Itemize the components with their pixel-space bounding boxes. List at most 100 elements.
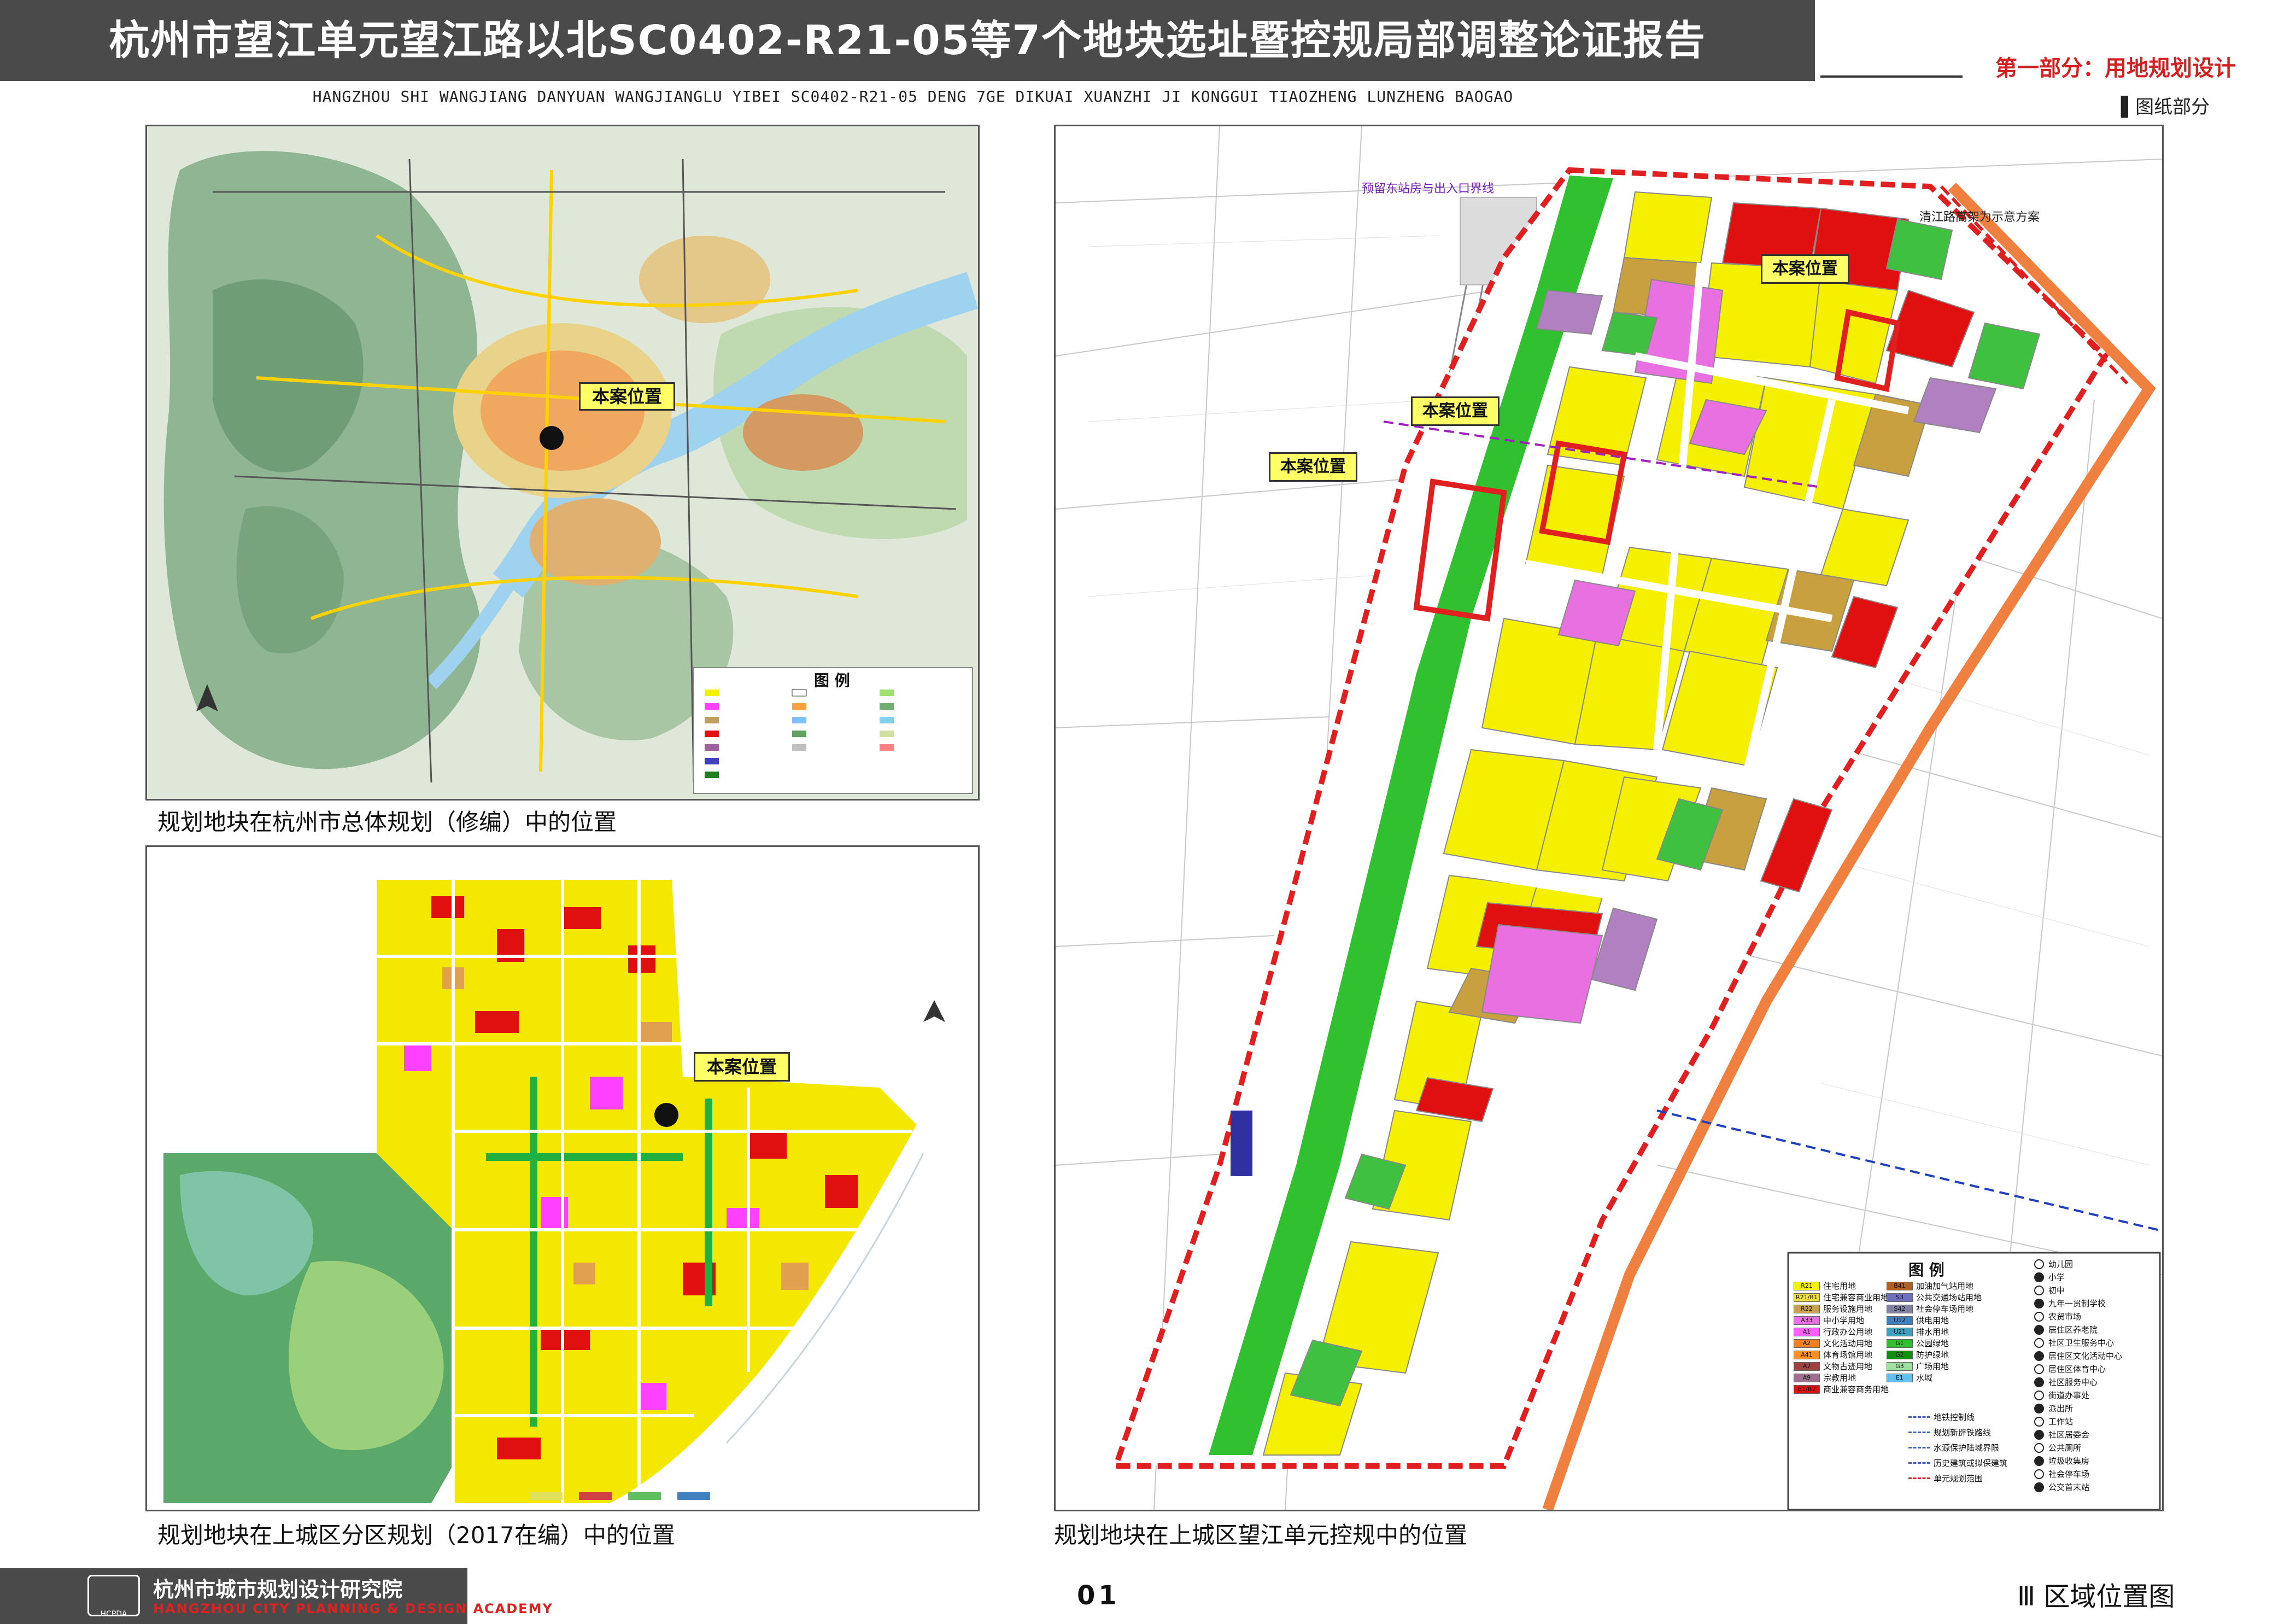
unit-plan-legend-lines: 地铁控制线规划新辟铁路线 水源保护陆域界限历史建筑或拟保建筑 单元规划范围 <box>1908 1411 2018 1504</box>
page-title: 杭州市望江单元望江路以北SC0402-R21-05等7个地块选址暨控规局部调整论… <box>109 17 1706 64</box>
legend-swatch: G1 <box>1887 1339 1913 1348</box>
legend-item-symbol: 农贸市场 <box>2034 1311 2081 1322</box>
legend-item-landuse: U12 供电用地 <box>1887 1315 1949 1325</box>
legend-line-swatch <box>1908 1477 1930 1479</box>
legend-line-swatch <box>1908 1462 1930 1464</box>
legend-item-symbol: 社会停车场 <box>2034 1468 2089 1480</box>
legend-label: 公交首末站 <box>2048 1482 2090 1492</box>
legend-label: 供电用地 <box>1916 1316 1949 1325</box>
legend-swatch: B41 <box>1887 1281 1913 1290</box>
legend-label: 公园绿地 <box>1916 1339 1949 1348</box>
legend-swatch: A41 <box>1794 1350 1820 1359</box>
legend-label: 水源保护陆域界限 <box>1934 1443 2000 1453</box>
site-tag-label: 本案位置 <box>706 1056 777 1077</box>
facility-symbol-icon <box>2034 1272 2044 1282</box>
legend-swatch: R21 <box>1794 1281 1820 1290</box>
legend-label: 宗教用地 <box>1823 1373 1856 1383</box>
legend-item-symbol: 居住区养老院 <box>2034 1324 2098 1335</box>
legend-label: 社会停车场 <box>2048 1469 2090 1479</box>
unit-plan-legend-symbols: 幼儿园 小学 初中 九年一贯制学校 农贸市场 居住区养老院 社区卫生服务中心 居住区文化活动中… <box>2034 1258 2160 1507</box>
legend-label: 文化活动用地 <box>1823 1339 1873 1348</box>
legend-label: 单元规划范围 <box>1934 1474 1983 1483</box>
facility-symbol-icon <box>2034 1337 2044 1348</box>
legend-label: 社区服务中心 <box>2048 1377 2098 1387</box>
master-plan-svg <box>147 126 978 799</box>
legend-label: 农贸市场 <box>2048 1312 2082 1322</box>
legend-label: 水域 <box>1916 1373 1933 1383</box>
legend-label: 居住区体育中心 <box>2048 1364 2106 1374</box>
legend-item-landuse: R21/B1 住宅兼容商业用地 <box>1794 1292 1889 1302</box>
facility-symbol-icon <box>2034 1377 2044 1387</box>
master-plan-legend-title: 图 例 <box>814 671 850 690</box>
legend-item-landuse: R21 住宅用地 <box>1794 1280 1856 1291</box>
legend-label: 规划新辟铁路线 <box>1934 1428 1992 1438</box>
legend-item-landuse: A41 体育场馆用地 <box>1794 1349 1872 1360</box>
legend-label: 住宅用地 <box>1823 1281 1856 1291</box>
pinyin-subtitle: HANGZHOU SHI WANGJIANG DANYUAN WANGJIANG… <box>312 87 1514 106</box>
title-underline <box>1820 75 1963 78</box>
legend-item-landuse: S3 公共交通场站用地 <box>1887 1292 1982 1302</box>
legend-item-landuse: B41 加油加气站用地 <box>1887 1280 1973 1291</box>
facility-symbol-icon <box>2034 1416 2044 1427</box>
legend-item-line: 历史建筑或拟保建筑 <box>1908 1457 2007 1469</box>
legend-item-symbol: 社区卫生服务中心 <box>2034 1337 2114 1348</box>
page-number: 01 <box>1077 1580 1120 1611</box>
legend-item-symbol: 垃圾收集房 <box>2034 1455 2089 1467</box>
note-east-station-boundary: 预留东站房与出入口界线 <box>1362 182 1495 196</box>
facility-symbol-icon <box>2034 1259 2044 1269</box>
legend-item-symbol: 九年一贯制学校 <box>2034 1298 2106 1309</box>
note-qingjiang-viaduct: 清江路高架为示意方案 <box>1919 211 2040 224</box>
legend-item-symbol: 居住区体育中心 <box>2034 1363 2106 1375</box>
legend-item-symbol: 工作站 <box>2034 1416 2073 1427</box>
legend-swatch: A2 <box>1794 1339 1820 1348</box>
legend-swatch: A7 <box>1794 1362 1820 1371</box>
map-unit-control-plan: 图 例 R21 住宅用地 R21/B1 住宅兼容商业用地 R22 服务设施用地 A33 中小学… <box>1054 125 2164 1511</box>
legend-label: 体育场馆用地 <box>1823 1350 1873 1360</box>
legend-item-symbol: 社区服务中心 <box>2034 1376 2098 1388</box>
district-plan-svg <box>147 847 978 1510</box>
legend-item-line: 单元规划范围 <box>1908 1473 1983 1484</box>
legend-item-symbol: 公交首末站 <box>2034 1481 2089 1493</box>
legend-item-symbol: 派出所 <box>2034 1403 2073 1414</box>
site-tag-label: 本案位置 <box>591 386 662 407</box>
legend-line-swatch <box>1908 1416 1930 1418</box>
legend-item-landuse: A9 宗教用地 <box>1794 1372 1856 1383</box>
legend-label: 住宅兼容商业用地 <box>1823 1293 1889 1302</box>
legend-swatch: S42 <box>1887 1304 1913 1313</box>
legend-swatch: A1 <box>1794 1327 1820 1336</box>
legend-item-landuse: A2 文化活动用地 <box>1794 1337 1872 1348</box>
legend-item-symbol: 幼儿园 <box>2034 1258 2073 1270</box>
legend-label: 服务设施用地 <box>1823 1304 1873 1314</box>
legend-item-landuse: S42 社会停车场用地 <box>1887 1303 1973 1314</box>
facility-symbol-icon <box>2034 1456 2044 1466</box>
legend-swatch: A9 <box>1794 1373 1820 1382</box>
facility-symbol-icon <box>2034 1285 2044 1295</box>
legend-label: 地铁控制线 <box>1934 1412 1975 1422</box>
legend-swatch: U12 <box>1887 1316 1913 1325</box>
legend-line-swatch <box>1908 1447 1930 1448</box>
site-tag-label: 本案位置 <box>1280 457 1346 476</box>
legend-label: 工作站 <box>2048 1417 2074 1427</box>
organization-name-cn: 杭州市城市规划设计研究院 <box>153 1578 403 1602</box>
facility-symbol-icon <box>2034 1311 2044 1322</box>
legend-label: 文物古迹用地 <box>1823 1362 1873 1371</box>
legend-swatch: B1/B2 <box>1794 1385 1820 1394</box>
site-tag-master-plan: 本案位置 <box>579 382 675 411</box>
legend-item-landuse: G1 公园绿地 <box>1887 1337 1949 1348</box>
legend-item-symbol: 公共厕所 <box>2034 1442 2081 1453</box>
legend-label: 社会停车场用地 <box>1916 1304 1974 1314</box>
facility-symbol-icon <box>2034 1324 2044 1335</box>
legend-item-landuse: B1/B2 商业兼容商务用地 <box>1794 1383 1889 1394</box>
facility-symbol-icon <box>2034 1403 2044 1413</box>
legend-label: 广场用地 <box>1916 1362 1949 1371</box>
legend-line-swatch <box>1908 1432 1930 1433</box>
site-tag-unit-north: 本案位置 <box>1761 254 1849 284</box>
legend-item-landuse: U21 排水用地 <box>1887 1326 1949 1337</box>
legend-label: 居住区文化活动中心 <box>2048 1351 2123 1361</box>
legend-item-symbol: 初中 <box>2034 1284 2065 1296</box>
legend-label: 加油加气站用地 <box>1916 1281 1974 1291</box>
legend-swatch: G2 <box>1887 1350 1913 1359</box>
facility-symbol-icon <box>2034 1390 2044 1400</box>
legend-label: 社区居委会 <box>2048 1430 2090 1440</box>
legend-label: 行政办公用地 <box>1823 1327 1873 1337</box>
